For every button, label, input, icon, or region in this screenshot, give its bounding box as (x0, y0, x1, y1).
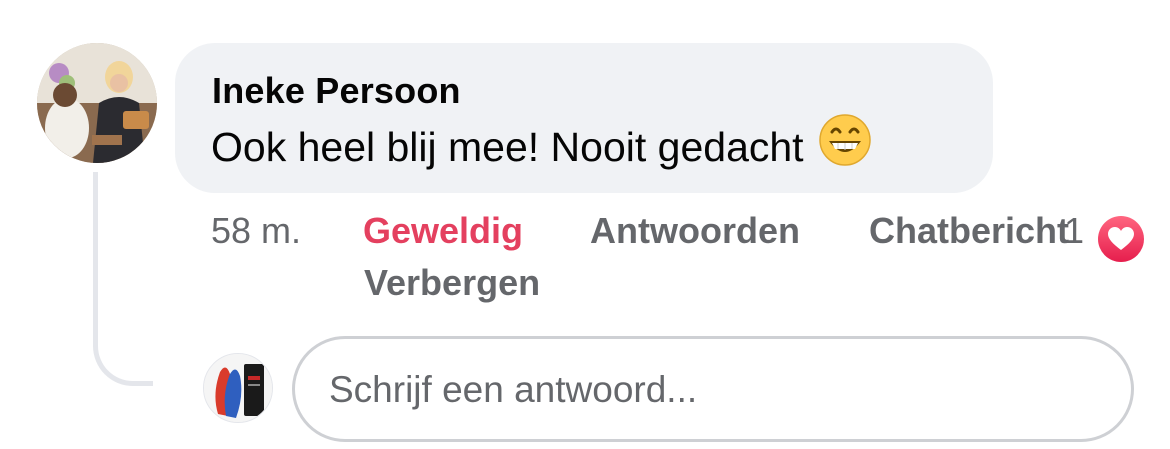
commenter-avatar[interactable] (37, 43, 157, 163)
comment-text: Ook heel blij mee! Nooit gedacht (211, 123, 804, 170)
reply-input[interactable]: Schrijf een antwoord... (292, 336, 1134, 442)
reaction-button[interactable]: Geweldig (363, 210, 523, 252)
current-user-avatar[interactable] (203, 353, 273, 423)
hide-button[interactable]: Verbergen (364, 262, 540, 304)
insole-product-photo-icon (204, 354, 272, 422)
user-photo-icon (37, 43, 157, 163)
comment-author-name[interactable]: Ineke Persoon (212, 70, 461, 112)
message-button[interactable]: Chatbericht (869, 210, 1069, 252)
grinning-face-icon (818, 113, 872, 177)
reaction-count[interactable]: 1 (1064, 210, 1084, 252)
reply-button[interactable]: Antwoorden (590, 210, 800, 252)
reply-input-placeholder: Schrijf een antwoord... (329, 369, 698, 410)
comment-actions: 58 m. Geweldig Antwoorden Chatbericht 1 … (0, 210, 1170, 310)
reaction-summary[interactable] (1095, 213, 1147, 265)
comment-body: Ook heel blij mee! Nooit gedacht (211, 114, 872, 177)
comment-bubble: Ineke Persoon Ook heel blij mee! Nooit g… (175, 43, 993, 193)
comment-timestamp: 58 m. (211, 210, 302, 251)
heart-icon (1098, 216, 1144, 262)
